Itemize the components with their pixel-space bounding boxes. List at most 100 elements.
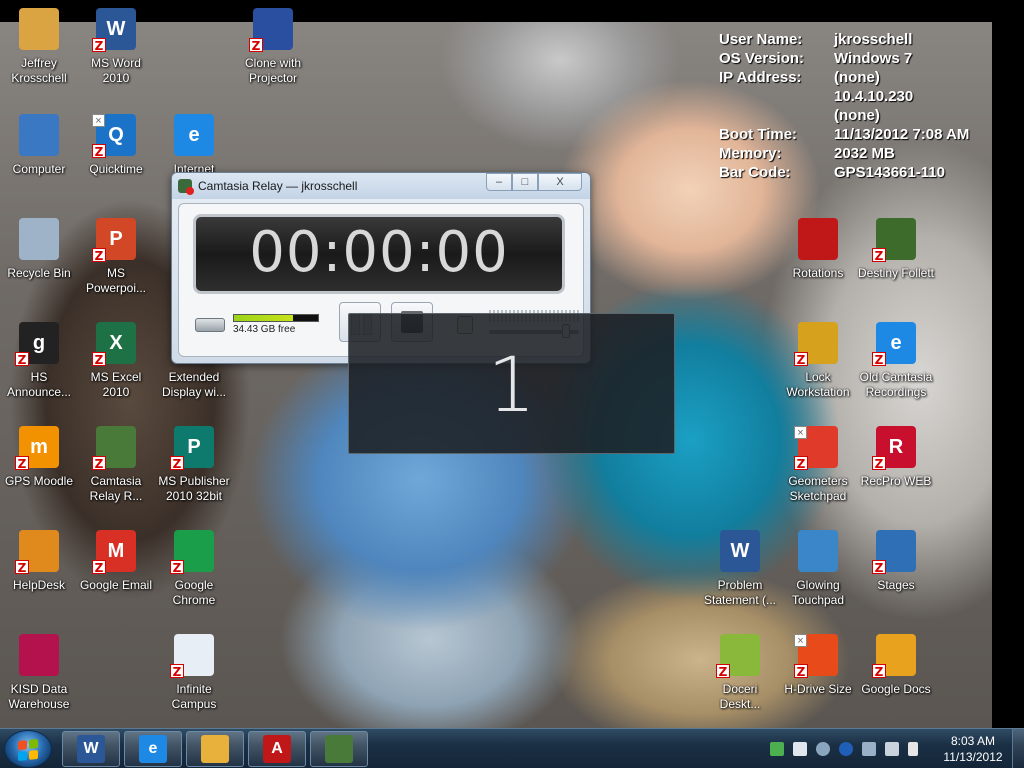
desktop-icon-image: MZ [92, 528, 140, 576]
desktop-icon[interactable]: Glowing Touchpad [779, 528, 857, 608]
desktop-icon-image: Z [249, 6, 297, 54]
desktop-icon-label: H-Drive Size [784, 682, 852, 696]
icon-glyph-text: P [109, 227, 123, 250]
desktop-icon-image: W [716, 528, 764, 576]
display-icon[interactable] [862, 742, 876, 756]
desktop-icon-image: Z [872, 528, 920, 576]
sysinfo-label [719, 106, 834, 125]
desktop-icon[interactable]: Z Lock Workstation [779, 320, 857, 400]
desktop-icon-image: mZ [15, 424, 63, 472]
action-center-flag-icon[interactable] [793, 742, 807, 756]
desktop-icon[interactable]: KISD Data Warehouse [0, 632, 78, 712]
camtasia-relay-icon [178, 179, 194, 195]
desktop-icon-image: Z [794, 320, 842, 368]
desktop-icon[interactable]: R Z RecPro WEB [857, 424, 935, 489]
desktop-icon[interactable]: P Z MS Powerpoi... [77, 216, 155, 296]
start-button[interactable] [4, 730, 52, 768]
bluetooth-icon[interactable] [839, 742, 853, 756]
shortcut-badge-icon: Z [872, 456, 886, 471]
sysinfo-row: Boot Time: 11/13/2012 7:08 AM [719, 125, 994, 144]
icon-glyph-text: M [107, 539, 125, 562]
shortcut-badge-icon: Z [872, 248, 886, 263]
window-titlebar[interactable]: Camtasia Relay — jkrosschell – □ X [172, 173, 590, 199]
desktop-icon-label: KISD Data Warehouse [8, 682, 70, 711]
shortcut-badge-icon: Z [872, 352, 886, 367]
shortcut-badge-icon: Z [92, 248, 106, 263]
desktop-icon[interactable]: Z Stages [857, 528, 935, 593]
icon-glyph-text: P [187, 435, 201, 458]
taskbar-glyph-text: W [83, 740, 99, 757]
desktop-icon[interactable]: Recycle Bin [0, 216, 78, 281]
touchpad-icon [798, 530, 838, 572]
desktop-icon[interactable]: e Z Old Camtasia Recordings [857, 320, 935, 400]
sysinfo-row: OS Version: Windows 7 [719, 49, 994, 68]
sysinfo-row: 10.4.10.230 [719, 87, 994, 106]
desktop-icon[interactable]: Z Camtasia Relay R... [77, 424, 155, 504]
shortcut-badge-icon: Z [170, 664, 184, 679]
desktop-icon-image [794, 528, 842, 576]
desktop-icon[interactable]: m Z GPS Moodle [0, 424, 78, 489]
taskbar-button[interactable] [186, 731, 244, 767]
maximize-button[interactable]: □ [512, 173, 538, 191]
desktop-icon-image: × Z [794, 632, 842, 680]
shortcut-badge-icon: Z [794, 352, 808, 367]
desktop-icon[interactable]: Z Google Chrome [155, 528, 233, 608]
icon-glyph-text: e [890, 331, 902, 354]
sysinfo-value: (none) [834, 107, 880, 124]
desktop-icon-image: Z [92, 424, 140, 472]
desktop-icon[interactable]: Z HelpDesk [0, 528, 78, 593]
hard-drive-icon [195, 317, 225, 332]
desktop-icon-label: Computer [12, 162, 66, 176]
desktop-icon-image [794, 216, 842, 264]
desktop-icon-label: Google Chrome [172, 578, 216, 607]
desktop-icon[interactable]: Z Infinite Campus [155, 632, 233, 712]
network-icon[interactable] [885, 742, 899, 756]
close-button[interactable]: X [538, 173, 582, 191]
desktop-icon[interactable]: Rotations [779, 216, 857, 281]
sysinfo-row: Bar Code: GPS143661-110 [719, 163, 994, 182]
show-desktop-button[interactable] [1012, 729, 1024, 768]
desktop-icon[interactable]: × Z H-Drive Size [779, 632, 857, 697]
icon-glyph-text: R [888, 435, 904, 458]
acrobat-pdf-icon: A [263, 735, 291, 763]
desktop-icon[interactable]: Jeffrey Krosschell [0, 6, 78, 86]
sysinfo-label [719, 87, 834, 106]
desktop-icon[interactable]: Z Destiny Follett [857, 216, 935, 281]
desktop-icon[interactable]: P Z MS Publisher 2010 32bit [155, 424, 233, 504]
word-icon: W [77, 735, 105, 763]
desktop-icon[interactable]: Computer [0, 112, 78, 177]
taskbar-clock[interactable]: 8:03 AM 11/13/2012 [940, 733, 1006, 765]
desktop-icon[interactable]: × Z Geometers Sketchpad [779, 424, 857, 504]
desktop-icon[interactable]: g Z HS Announce... [0, 320, 78, 400]
minimize-button[interactable]: – [486, 173, 512, 191]
maximize-icon: □ [521, 176, 529, 188]
desktop-icon[interactable]: Z Clone with Projector [234, 6, 312, 86]
desktop-icon[interactable]: Z Google Docs [857, 632, 935, 697]
network-globe-icon[interactable] [816, 742, 830, 756]
desktop-icon-image: Z [716, 632, 764, 680]
icon-glyph-text: X [109, 331, 123, 354]
desktop-icon-label: Clone with Projector [244, 56, 302, 85]
recording-countdown: 1 [348, 313, 675, 454]
tray-app-icon[interactable] [770, 742, 784, 756]
taskbar-button[interactable]: A [248, 731, 306, 767]
desktop-icon[interactable]: M Z Google Email [77, 528, 155, 593]
recycle-bin-icon [19, 218, 59, 260]
taskbar-button[interactable]: W [62, 731, 120, 767]
desktop-icon-label: HS Announce... [6, 370, 72, 399]
desktop-icon-label: Quicktime [89, 162, 143, 176]
desktop-icon[interactable]: X Z MS Excel 2010 [77, 320, 155, 400]
volume-icon[interactable] [908, 742, 918, 756]
sysinfo-label: Boot Time: [719, 126, 798, 143]
user-folder-icon [19, 8, 59, 50]
desktop-icon[interactable]: Z Doceri Deskt... [701, 632, 779, 712]
desktop-icon[interactable]: W Z MS Word 2010 [77, 6, 155, 86]
desktop-icon-label: MS Powerpoi... [85, 266, 147, 295]
desktop-icon[interactable]: Q × Z Quicktime [77, 112, 155, 177]
sysinfo-row: User Name: jkrosschell [719, 30, 994, 49]
taskbar-button[interactable]: e [124, 731, 182, 767]
desktop-icon[interactable]: e Internet [155, 112, 233, 177]
desktop-icon[interactable]: W Problem Statement (... [701, 528, 779, 608]
taskbar-button[interactable] [310, 731, 368, 767]
icon-glyph-text: Q [108, 123, 124, 146]
